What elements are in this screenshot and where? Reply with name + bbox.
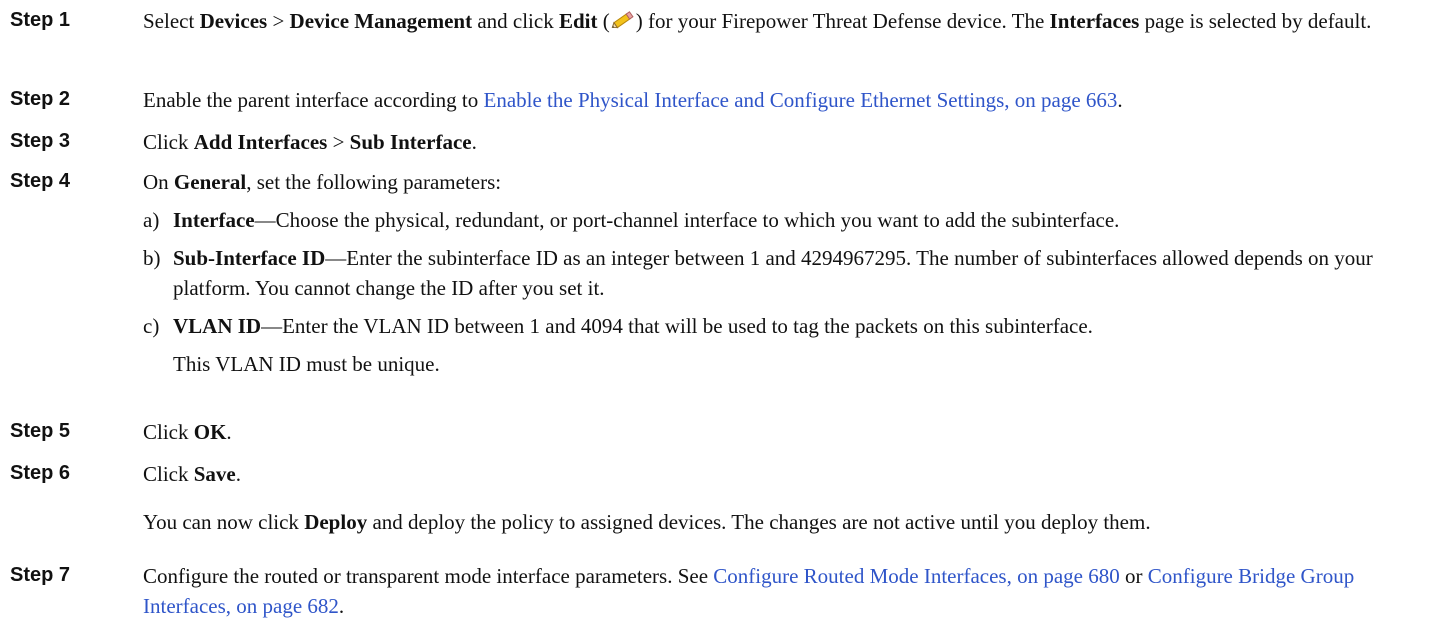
step-body: Click Save. You can now click Deploy and… [143, 459, 1418, 537]
edit-label: Edit [558, 9, 598, 33]
param-term: Interface [173, 208, 255, 232]
step-label: Step 7 [10, 564, 71, 586]
list-marker: c) [143, 314, 160, 338]
step-body: On General, set the following parameters… [143, 167, 1418, 379]
step-body: Configure the routed or transparent mode… [143, 561, 1418, 621]
step-text: Select [143, 9, 200, 33]
step-text: Click [143, 462, 194, 486]
menu-sub-interface: Sub Interface [349, 130, 472, 154]
interfaces-label: Interfaces [1049, 9, 1140, 33]
deploy-label: Deploy [304, 510, 368, 534]
pencil-edit-icon [610, 9, 636, 31]
step-body: Click Add Interfaces > Sub Interface. [143, 127, 1418, 157]
step-text: . [471, 130, 477, 154]
param-term: Sub-Interface ID [173, 246, 326, 270]
step-body: Select Devices > Device Management and c… [143, 6, 1418, 36]
step-text: Click [143, 130, 194, 154]
step-text: Click [143, 420, 194, 444]
step-body: Enable the parent interface according to… [143, 85, 1418, 115]
step-label: Step 6 [10, 462, 71, 484]
step-text: , set the following parameters: [246, 170, 502, 194]
link-configure-routed-mode[interactable]: Configure Routed Mode Interfaces, on pag… [713, 564, 1119, 588]
menu-device-management: Device Management [289, 9, 473, 33]
step-label: Step 1 [10, 9, 71, 31]
step-text: and deploy the policy to assigned device… [367, 510, 1151, 534]
list-marker: a) [143, 208, 160, 232]
step-text: > [327, 130, 350, 154]
list-item: a) Interface—Choose the physical, redunda… [143, 205, 1418, 235]
save-label: Save [193, 462, 236, 486]
step-text: . [235, 462, 241, 486]
list-item: b) Sub-Interface ID—Enter the subinterfac… [143, 243, 1418, 303]
step-text: page is selected by default. [1139, 9, 1372, 33]
menu-add-interfaces: Add Interfaces [193, 130, 328, 154]
param-term: VLAN ID [173, 314, 262, 338]
step-text: . [338, 594, 345, 618]
step-text: Enable the parent interface according to [143, 88, 484, 112]
step-text: You can now click [143, 510, 305, 534]
step-text: > [267, 9, 290, 33]
param-description: —Enter the subinterface ID as an integer… [173, 246, 1373, 300]
menu-devices: Devices [199, 9, 268, 33]
tab-general: General [173, 170, 247, 194]
step-label: Step 2 [10, 88, 71, 110]
param-description: —Choose the physical, redundant, or port… [254, 208, 1120, 232]
step-body: Click OK. [143, 417, 1418, 447]
param-description: —Enter the VLAN ID between 1 and 4094 th… [261, 314, 1093, 338]
procedure-document: Step 1 Select Devices > Device Managemen… [0, 0, 1429, 622]
list-marker: b) [143, 246, 161, 270]
step-text: ( [597, 9, 610, 33]
ok-label: OK [193, 420, 227, 444]
step-text: . [1117, 88, 1123, 112]
step-label: Step 4 [10, 170, 71, 192]
step-text: On [143, 170, 174, 194]
step-text: or [1119, 564, 1148, 588]
step-text: Configure the routed or transparent mode… [143, 564, 714, 588]
link-enable-physical-interface[interactable]: Enable the Physical Interface and Config… [484, 88, 1118, 112]
step-label: Step 3 [10, 130, 71, 152]
step-text: . [226, 420, 232, 444]
step-text: ) for your Firepower Threat Defense devi… [635, 9, 1050, 33]
vlan-note: This VLAN ID must be unique. [173, 352, 440, 376]
list-item: c) VLAN ID—Enter the VLAN ID between 1 an… [143, 311, 1418, 341]
parameter-list: a) Interface—Choose the physical, redunda… [143, 205, 1418, 341]
step-text: and click [472, 9, 559, 33]
step-label: Step 5 [10, 420, 71, 442]
